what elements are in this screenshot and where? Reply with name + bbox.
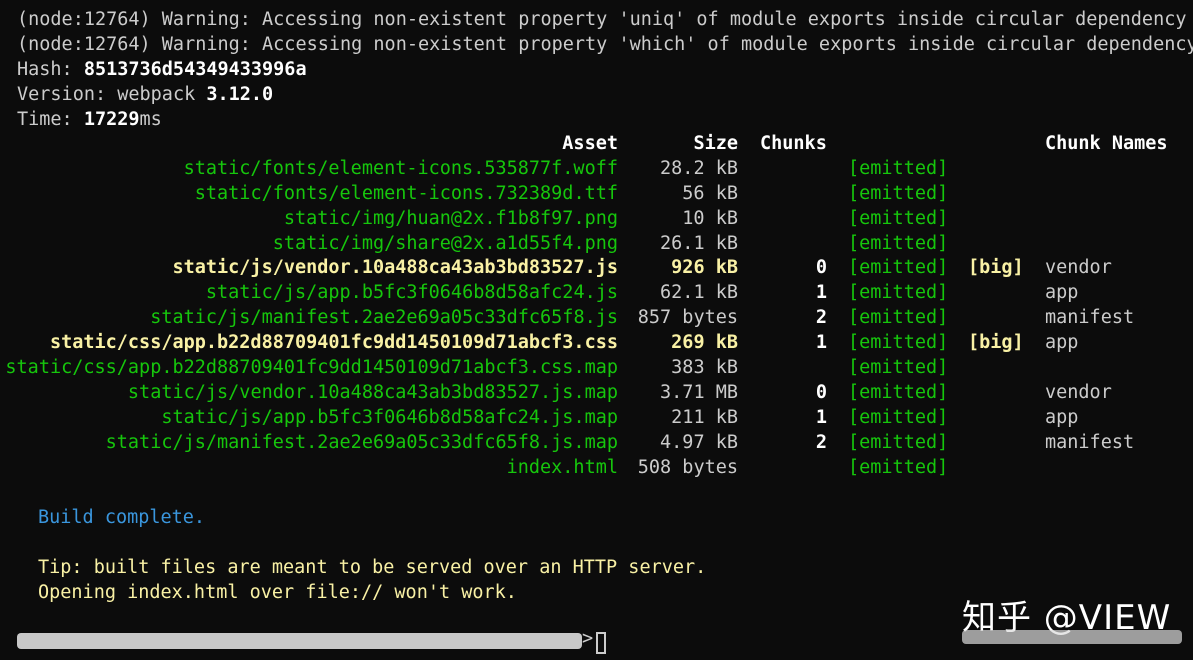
chunk-name-cell: manifest — [1045, 431, 1135, 453]
size-cell: 508 bytes — [637, 456, 738, 478]
hash-label: Hash: — [17, 59, 84, 80]
asset-cell: static/img/share@2x.a1d55f4.png — [272, 232, 618, 254]
status-cell: [emitted] — [848, 282, 949, 304]
chunk-name-cell: app — [1045, 282, 1079, 304]
table-row: static/js/vendor.10a488ca43ab3bd83527.js… — [0, 256, 1193, 281]
asset-cell: static/js/manifest.2ae2e69a05c33dfc65f8.… — [150, 307, 618, 329]
build-complete-message: Build complete. — [38, 507, 206, 528]
hash-line: Hash: 8513736d54349433996a — [17, 57, 307, 82]
chunk-cell: 1 — [815, 282, 827, 304]
header-asset: Asset — [562, 133, 618, 154]
status-cell: [emitted] — [848, 431, 949, 453]
time-value: 17229 — [83, 109, 140, 130]
asset-cell: static/img/huan@2x.f1b8f97.png — [283, 207, 618, 229]
size-cell: 269 kB — [671, 332, 738, 354]
size-cell: 3.71 MB — [660, 381, 738, 403]
table-row: static/fonts/element-icons.535877f.woff 2… — [0, 157, 1193, 182]
asset-cell: static/js/app.b5fc3f0646b8d58afc24.js — [205, 282, 618, 304]
redacted-prompt-path — [17, 633, 582, 649]
status-cell: [emitted] — [848, 232, 949, 254]
table-row: static/img/share@2x.a1d55f4.png 26.1 kB [e… — [0, 232, 1193, 257]
chunk-name-cell: manifest — [1045, 307, 1135, 329]
redacted-watermark-subtext — [962, 630, 1182, 644]
table-row: static/js/manifest.2ae2e69a05c33dfc65f8.… — [0, 431, 1193, 456]
table-row: static/css/app.b22d88709401fc9dd1450109d… — [0, 356, 1193, 381]
chunk-cell: 1 — [815, 332, 827, 354]
status-cell: [emitted] — [848, 381, 949, 403]
asset-cell: static/js/manifest.2ae2e69a05c33dfc65f8.… — [105, 431, 618, 453]
chunk-name-cell: vendor — [1045, 257, 1112, 279]
time-line: Time: 17229ms — [17, 107, 162, 132]
table-row: index.html 508 bytes [emitted] — [0, 456, 1193, 481]
chunk-cell: 0 — [815, 381, 827, 403]
chunk-cell: 0 — [815, 257, 827, 279]
table-header: Asset Size Chunks Chunk Names — [0, 132, 1193, 157]
table-body: static/fonts/element-icons.535877f.woff 2… — [0, 157, 1193, 481]
chunk-name-cell: app — [1045, 406, 1079, 428]
chunk-name-cell: vendor — [1045, 381, 1112, 403]
time-unit: ms — [139, 109, 162, 130]
table-row: static/js/app.b5fc3f0646b8d58afc24.js 62.… — [0, 281, 1193, 306]
time-label: Time: — [17, 109, 84, 130]
version-label: Version: — [17, 84, 118, 105]
asset-cell: static/js/vendor.10a488ca43ab3bd83527.js… — [127, 381, 618, 403]
prompt-symbol: > — [582, 628, 594, 649]
asset-cell: index.html — [506, 456, 618, 478]
asset-cell: static/css/app.b22d88709401fc9dd1450109d… — [5, 357, 618, 379]
version-line: Version: webpack 3.12.0 — [17, 82, 273, 107]
asset-cell: static/fonts/element-icons.535877f.woff — [183, 157, 618, 179]
asset-cell: static/css/app.b22d88709401fc9dd1450109d… — [49, 332, 618, 354]
size-cell: 26.1 kB — [660, 232, 738, 254]
chunk-cell: 2 — [815, 431, 827, 453]
flag-cell: [big] — [968, 332, 1024, 354]
size-cell: 211 kB — [671, 406, 738, 428]
table-row: static/fonts/element-icons.732389d.ttf 56… — [0, 182, 1193, 207]
tip-line-1: Tip: built files are meant to be served … — [38, 557, 707, 578]
status-cell: [emitted] — [848, 257, 949, 279]
header-chunks: Chunks — [760, 133, 827, 154]
asset-cell: static/js/vendor.10a488ca43ab3bd83527.js — [172, 257, 618, 279]
size-cell: 4.97 kB — [660, 431, 738, 453]
asset-table: Asset Size Chunks Chunk Names static/fon… — [0, 132, 1193, 480]
table-row: static/img/huan@2x.f1b8f97.png 10 kB [emit… — [0, 207, 1193, 232]
table-row: static/js/app.b5fc3f0646b8d58afc24.js.ma… — [0, 406, 1193, 431]
tip-line-2: Opening index.html over file:// won't wo… — [38, 582, 517, 603]
flag-cell: [big] — [968, 257, 1024, 279]
warning-line-1: (node:12764) Warning: Accessing non-exis… — [17, 9, 1187, 30]
asset-cell: static/fonts/element-icons.732389d.ttf — [194, 182, 618, 204]
table-row: static/css/app.b22d88709401fc9dd1450109d… — [0, 331, 1193, 356]
status-cell: [emitted] — [848, 182, 949, 204]
status-cell: [emitted] — [848, 406, 949, 428]
table-row: static/js/manifest.2ae2e69a05c33dfc65f8.… — [0, 306, 1193, 331]
status-cell: [emitted] — [848, 307, 949, 329]
size-cell: 10 kB — [682, 207, 738, 229]
header-chunk-names: Chunk Names — [1045, 133, 1168, 154]
asset-cell: static/js/app.b5fc3f0646b8d58afc24.js.ma… — [161, 406, 618, 428]
chunk-name-cell: app — [1045, 332, 1079, 354]
status-cell: [emitted] — [848, 357, 949, 379]
size-cell: 62.1 kB — [660, 282, 738, 304]
table-row: static/js/vendor.10a488ca43ab3bd83527.js… — [0, 381, 1193, 406]
header-size: Size — [693, 133, 738, 154]
hash-value: 8513736d54349433996a — [83, 59, 307, 80]
status-cell: [emitted] — [848, 332, 949, 354]
chunk-cell: 1 — [815, 406, 827, 428]
status-cell: [emitted] — [848, 456, 949, 478]
warning-line-2: (node:12764) Warning: Accessing non-exis… — [17, 34, 1193, 55]
size-cell: 857 bytes — [637, 307, 738, 329]
status-cell: [emitted] — [848, 157, 949, 179]
size-cell: 383 kB — [671, 357, 738, 379]
version-value: 3.12.0 — [206, 84, 274, 105]
version-prefix: webpack — [117, 84, 207, 105]
size-cell: 28.2 kB — [660, 157, 738, 179]
size-cell: 56 kB — [682, 182, 738, 204]
size-cell: 926 kB — [671, 257, 738, 279]
status-cell: [emitted] — [848, 207, 949, 229]
chunk-cell: 2 — [815, 307, 827, 329]
terminal-cursor[interactable] — [596, 632, 606, 654]
